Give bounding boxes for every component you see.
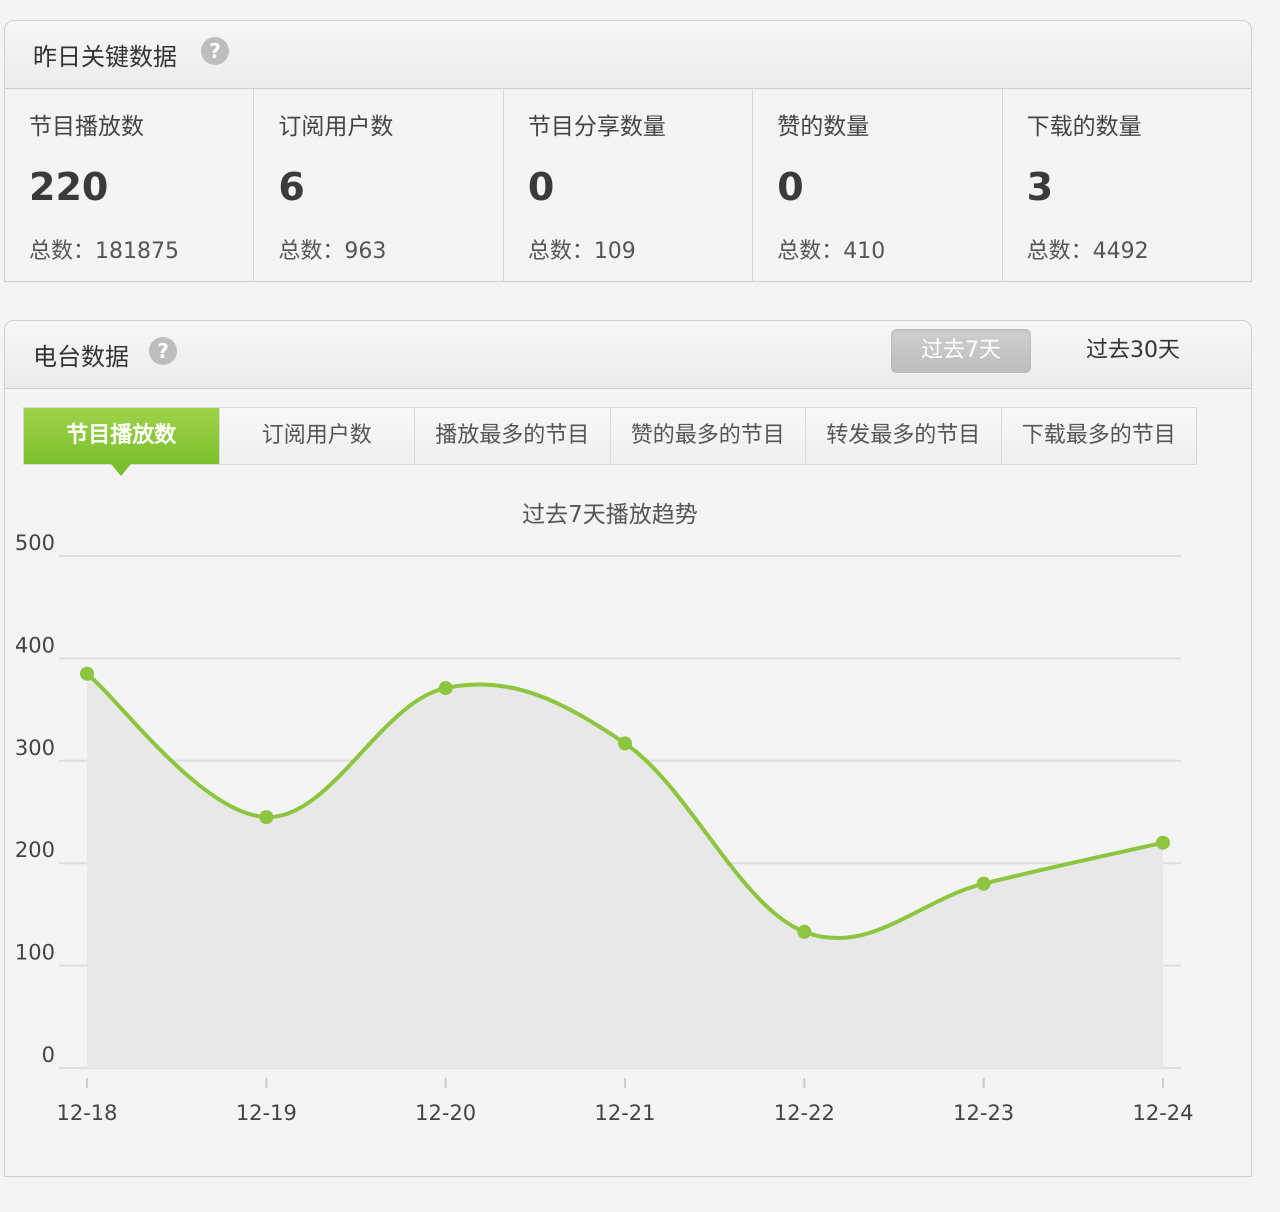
tab-plays[interactable]: 节目播放数 [24,408,220,476]
stat-value: 220 [29,165,109,209]
stat-value: 0 [527,165,555,209]
x-tick-label: 12-20 [415,1101,476,1125]
chart-svg: 0 100 200 300 400 500 12-18 12-19 12-20 12-21 12-2… [15,531,1194,1125]
y-tick-label: 500 [15,531,55,555]
stat-total: 总数：410 [777,239,886,264]
chart-title: 过去7天播放趋势 [522,502,698,528]
x-tick-label: 12-23 [953,1101,1014,1125]
radio-data-panel: 电台数据 ? 过去7天 过去30天 节目播放数 订阅用户数 播放最多的节目 赞的… [4,320,1252,1177]
stat-subscribers: 订阅用户数 6 总数：963 [254,89,504,281]
stat-downloads: 下载的数量 3 总数：4492 [1003,89,1251,281]
data-point [438,681,453,696]
y-tick-label: 200 [15,838,55,862]
stat-label: 节目分享数量 [527,114,666,140]
tab-most-liked[interactable]: 赞的最多的节目 [610,408,806,464]
key-data-panel: 昨日关键数据 ? 节目播放数 220 总数：181875 订阅用户数 6 总数：… [4,20,1252,282]
stat-total: 总数：181875 [29,239,179,264]
help-icon[interactable]: ? [201,37,229,65]
range-7days-button[interactable]: 过去7天 [891,329,1031,373]
tab-most-shared[interactable]: 转发最多的节目 [806,408,1002,464]
data-point [618,736,632,751]
trend-chart: 过去7天播放趋势 0 100 200 300 400 500 12-18 12-19 12-20… [5,491,1251,1151]
x-tick-label: 12-21 [594,1101,655,1125]
stat-label: 订阅用户数 [278,114,394,140]
y-tick-label: 300 [15,736,55,760]
data-point [976,876,991,891]
key-data-title: 昨日关键数据 [33,43,177,71]
data-point [80,666,94,681]
tab-subscribers[interactable]: 订阅用户数 [219,408,415,464]
x-tick-label: 12-22 [774,1101,835,1125]
x-tick-label: 12-24 [1132,1101,1193,1125]
radio-data-title: 电台数据 [33,343,129,371]
stat-label: 赞的数量 [777,114,870,140]
stats-row: 节目播放数 220 总数：181875 订阅用户数 6 总数：963 节目分享数… [5,89,1251,281]
stat-likes: 赞的数量 0 总数：410 [753,89,1003,281]
data-point [1156,835,1170,850]
stat-shares: 节目分享数量 0 总数：109 [504,89,754,281]
radio-data-header: 电台数据 ? 过去7天 过去30天 [5,321,1251,389]
stat-label: 节目播放数 [29,114,144,140]
x-tick-label: 12-19 [236,1101,297,1125]
area-fill [87,673,1163,1068]
range-30days-button[interactable]: 过去30天 [1063,329,1203,373]
data-point [259,810,274,825]
stat-label: 下载的数量 [1026,114,1142,140]
stat-total: 总数：109 [527,239,636,264]
stat-value: 6 [278,165,305,209]
stat-value: 0 [777,165,804,209]
key-data-header: 昨日关键数据 ? [5,21,1251,89]
tab-most-played[interactable]: 播放最多的节目 [415,408,611,464]
y-tick-label: 400 [15,633,55,657]
stat-value: 3 [1026,165,1054,209]
help-icon[interactable]: ? [149,337,177,365]
stat-plays: 节目播放数 220 总数：181875 [5,89,255,281]
stat-total: 总数：963 [278,239,387,264]
y-tick-label: 0 [42,1043,55,1067]
x-tick-label: 12-18 [56,1101,117,1125]
tab-most-downloaded[interactable]: 下载最多的节目 [1001,408,1196,464]
y-tick-label: 100 [15,941,55,965]
stat-total: 总数：4492 [1026,239,1149,264]
data-point [797,924,812,939]
metric-tabs: 节目播放数 订阅用户数 播放最多的节目 赞的最多的节目 转发最多的节目 下载最多… [23,407,1197,476]
